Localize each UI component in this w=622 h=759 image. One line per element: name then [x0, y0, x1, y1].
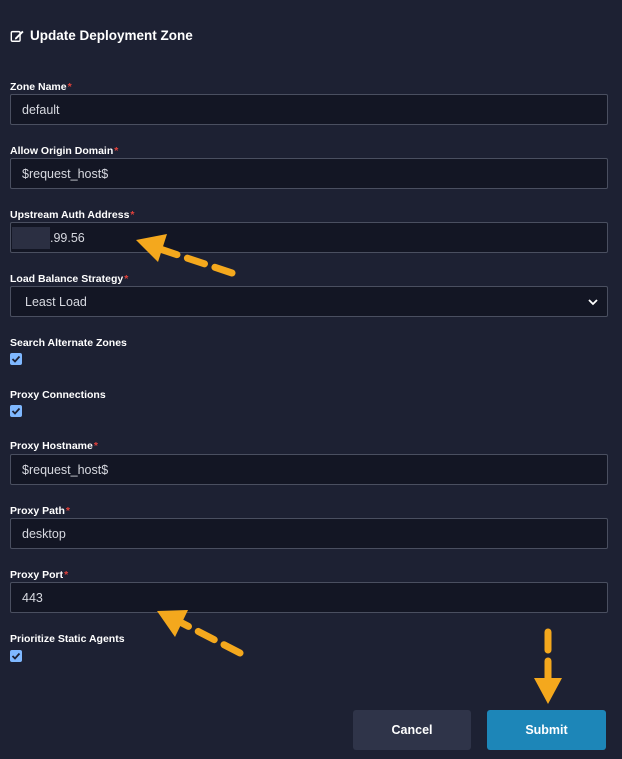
search-alternate-zones-label: Search Alternate Zones	[10, 337, 127, 349]
proxy-connections-label: Proxy Connections	[10, 389, 106, 401]
page-title: Update Deployment Zone	[30, 28, 193, 43]
required-mark: *	[130, 209, 135, 221]
load-balance-strategy-select[interactable]: Least Load	[10, 286, 608, 317]
load-balance-strategy-label: Load Balance Strategy*	[10, 273, 129, 285]
annotation-arrow-icon	[157, 610, 244, 657]
proxy-path-label: Proxy Path*	[10, 505, 70, 517]
redaction-block	[12, 226, 50, 249]
allow-origin-domain-input[interactable]: $request_host$	[10, 158, 608, 189]
required-mark: *	[65, 505, 70, 517]
proxy-hostname-input[interactable]: $request_host$	[10, 454, 608, 485]
required-mark: *	[64, 569, 69, 581]
checkmark-icon	[11, 652, 21, 660]
required-mark: *	[124, 273, 129, 285]
search-alternate-zones-checkbox[interactable]	[10, 353, 22, 365]
zone-name-label: Zone Name*	[10, 81, 72, 93]
checkmark-icon	[11, 355, 21, 363]
cancel-button[interactable]: Cancel	[353, 710, 471, 750]
prioritize-static-agents-label: Prioritize Static Agents	[10, 633, 125, 645]
required-mark: *	[93, 440, 98, 452]
submit-button[interactable]: Submit	[487, 710, 606, 750]
zone-name-input[interactable]: default	[10, 94, 608, 125]
upstream-auth-address-label: Upstream Auth Address*	[10, 209, 135, 221]
proxy-hostname-label: Proxy Hostname*	[10, 440, 98, 452]
upstream-auth-address-input[interactable]: .99.56	[10, 222, 608, 253]
checkmark-icon	[11, 407, 21, 415]
prioritize-static-agents-checkbox[interactable]	[10, 650, 22, 662]
annotation-arrow-icon	[534, 628, 562, 704]
proxy-path-input[interactable]: desktop	[10, 518, 608, 549]
edit-icon	[10, 29, 24, 43]
proxy-port-input[interactable]: 443	[10, 582, 608, 613]
proxy-connections-checkbox[interactable]	[10, 405, 22, 417]
proxy-port-label: Proxy Port*	[10, 569, 69, 581]
chevron-down-icon	[588, 298, 598, 305]
allow-origin-domain-label: Allow Origin Domain*	[10, 145, 119, 157]
form-header: Update Deployment Zone	[10, 28, 193, 43]
required-mark: *	[114, 145, 119, 157]
required-mark: *	[67, 81, 72, 93]
